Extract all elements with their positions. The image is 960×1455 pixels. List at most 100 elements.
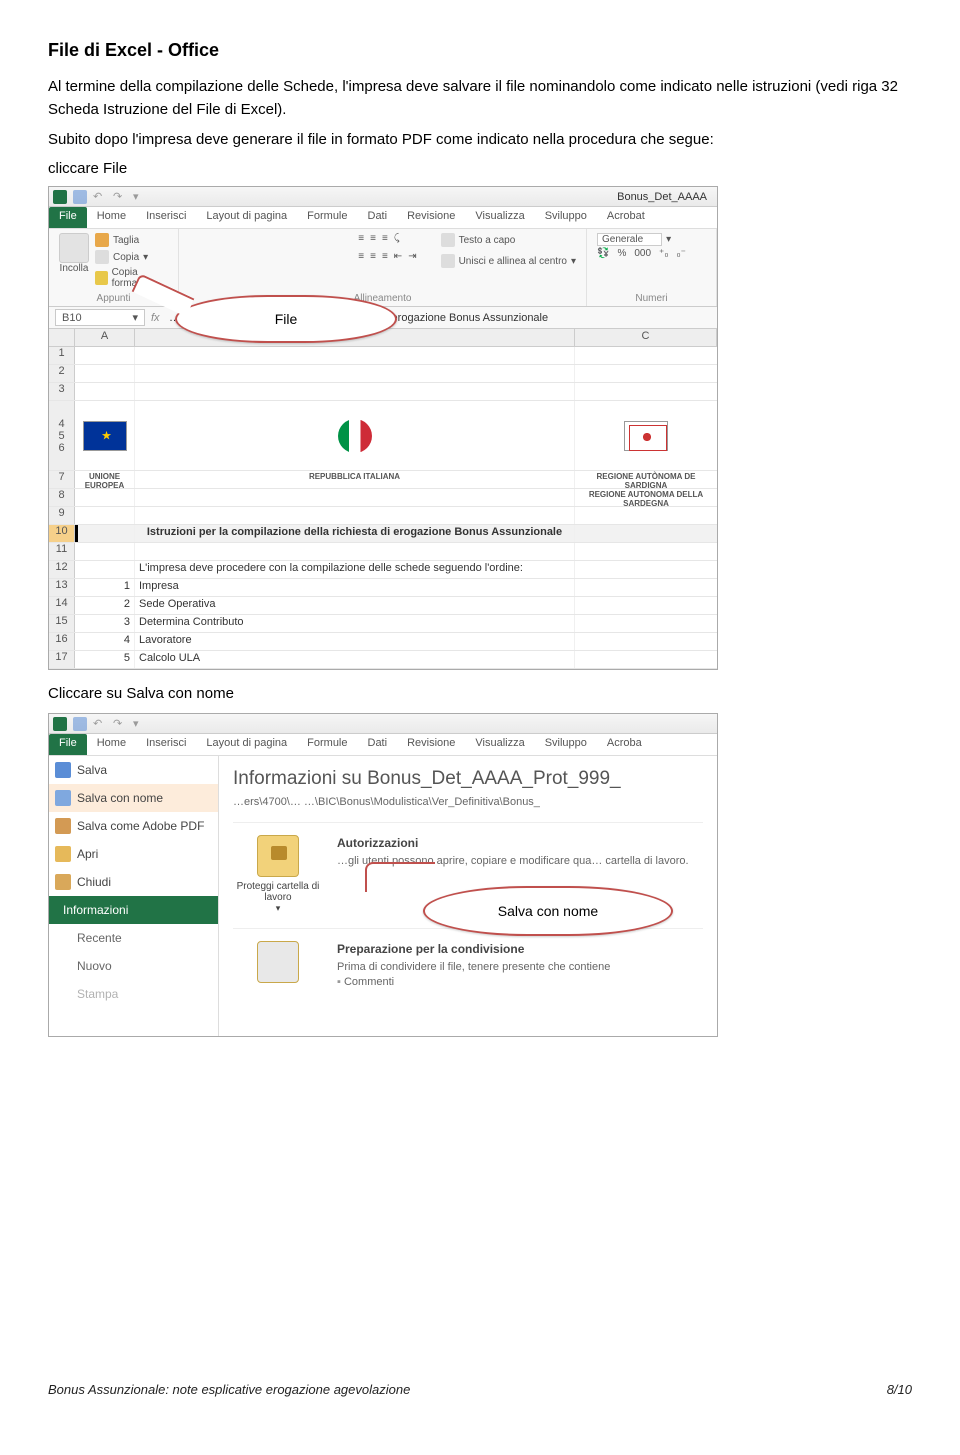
name-box[interactable]: B10▾ bbox=[55, 309, 145, 326]
tab-file[interactable]: File bbox=[49, 207, 87, 228]
tab-home[interactable]: Home bbox=[87, 207, 136, 228]
merge-label: Unisci e allinea al centro bbox=[459, 256, 567, 267]
row-head[interactable]: 456 bbox=[49, 401, 75, 470]
merge-icon[interactable] bbox=[441, 254, 455, 268]
tab-inserisci[interactable]: Inserisci bbox=[136, 734, 196, 755]
row-head[interactable]: 10 bbox=[49, 525, 75, 542]
row-head[interactable]: 3 bbox=[49, 383, 75, 400]
inc-dec-icon[interactable]: ⁺₀ bbox=[659, 248, 668, 259]
tab-dati[interactable]: Dati bbox=[358, 207, 398, 228]
row-head[interactable]: 2 bbox=[49, 365, 75, 382]
row-head[interactable]: 8 bbox=[49, 489, 75, 506]
col-c[interactable]: C bbox=[575, 329, 717, 346]
row-head[interactable]: 17 bbox=[49, 651, 75, 668]
check-issues-button[interactable] bbox=[233, 941, 323, 987]
nav-label: Chiudi bbox=[77, 875, 111, 889]
excel-titlebar: ↶ ↷ ▾ Bonus_Det_AAAA bbox=[49, 187, 717, 207]
paste-icon[interactable] bbox=[59, 233, 89, 263]
tab-visualizza[interactable]: Visualizza bbox=[465, 207, 534, 228]
row-head[interactable]: 16 bbox=[49, 633, 75, 650]
tab-dati[interactable]: Dati bbox=[358, 734, 398, 755]
indent-inc-icon[interactable]: ⇥ bbox=[408, 251, 416, 262]
tab-formule[interactable]: Formule bbox=[297, 734, 357, 755]
list-num: 3 bbox=[75, 615, 135, 632]
row-head[interactable]: 1 bbox=[49, 347, 75, 364]
align-top-icon[interactable]: ≡ bbox=[358, 233, 364, 244]
close-icon bbox=[55, 874, 71, 890]
tab-acrobat[interactable]: Acroba bbox=[597, 734, 652, 755]
align-bot-icon[interactable]: ≡ bbox=[382, 233, 388, 244]
list-item: Lavoratore bbox=[135, 633, 575, 650]
tab-layout[interactable]: Layout di pagina bbox=[196, 734, 297, 755]
protect-workbook-button[interactable]: Proteggi cartella di lavoro ▾ bbox=[233, 835, 323, 914]
callout-file: File bbox=[175, 295, 397, 343]
number-format[interactable]: Generale bbox=[597, 233, 662, 246]
format-painter-icon[interactable] bbox=[95, 271, 108, 285]
dropdown-icon[interactable]: ▾ bbox=[133, 190, 147, 204]
save-icon[interactable] bbox=[73, 717, 87, 731]
percent-icon[interactable]: % bbox=[617, 248, 626, 259]
thousand-icon[interactable]: 000 bbox=[634, 248, 651, 259]
select-all[interactable] bbox=[49, 329, 75, 346]
row-head[interactable]: 12 bbox=[49, 561, 75, 578]
redo-icon[interactable]: ↷ bbox=[113, 717, 127, 731]
dropdown-icon[interactable]: ▾ bbox=[133, 717, 147, 731]
nav-chiudi[interactable]: Chiudi bbox=[49, 868, 218, 896]
backstage-view: Salva Salva con nome Salva come Adobe PD… bbox=[49, 756, 717, 1036]
undo-icon[interactable]: ↶ bbox=[93, 190, 107, 204]
save-as-icon bbox=[55, 790, 71, 806]
row-head[interactable]: 15 bbox=[49, 615, 75, 632]
undo-icon[interactable]: ↶ bbox=[93, 717, 107, 731]
tab-revisione[interactable]: Revisione bbox=[397, 734, 465, 755]
tab-sviluppo[interactable]: Sviluppo bbox=[535, 207, 597, 228]
dec-dec-icon[interactable]: ₀⁻ bbox=[676, 248, 685, 259]
nav-recente[interactable]: Recente bbox=[49, 924, 218, 952]
tab-inserisci[interactable]: Inserisci bbox=[136, 207, 196, 228]
tab-visualizza[interactable]: Visualizza bbox=[465, 734, 534, 755]
col-a[interactable]: A bbox=[75, 329, 135, 346]
document-title: Bonus_Det_AAAA bbox=[147, 191, 713, 203]
chevron-down-icon[interactable]: ▾ bbox=[132, 311, 138, 324]
paragraph-4: Cliccare su Salva con nome bbox=[48, 682, 912, 705]
tab-file[interactable]: File bbox=[49, 734, 87, 755]
protect-label: Proteggi cartella di lavoro bbox=[233, 881, 323, 903]
nav-stampa[interactable]: Stampa bbox=[49, 980, 218, 1008]
ribbon-group-number: Generale▾ 💱 % 000 ⁺₀ ₀⁻ Numeri bbox=[587, 229, 717, 306]
nav-informazioni[interactable]: Informazioni bbox=[49, 896, 218, 924]
prepare-title: Preparazione per la condivisione bbox=[337, 941, 610, 958]
tab-revisione[interactable]: Revisione bbox=[397, 207, 465, 228]
orient-icon[interactable]: ⤹ bbox=[394, 233, 400, 244]
ribbon-tabs: File Home Inserisci Layout di pagina For… bbox=[49, 207, 717, 229]
row-head[interactable]: 9 bbox=[49, 507, 75, 524]
align-center-icon[interactable]: ≡ bbox=[370, 251, 376, 262]
row-head[interactable]: 11 bbox=[49, 543, 75, 560]
copy-icon[interactable] bbox=[95, 250, 109, 264]
nav-nuovo[interactable]: Nuovo bbox=[49, 952, 218, 980]
nav-salva-pdf[interactable]: Salva come Adobe PDF bbox=[49, 812, 218, 840]
cut-icon[interactable] bbox=[95, 233, 109, 247]
nav-salva[interactable]: Salva bbox=[49, 756, 218, 784]
save-icon[interactable] bbox=[73, 190, 87, 204]
row-head[interactable]: 7 bbox=[49, 471, 75, 488]
tab-home[interactable]: Home bbox=[87, 734, 136, 755]
nav-apri[interactable]: Apri bbox=[49, 840, 218, 868]
indent-dec-icon[interactable]: ⇤ bbox=[394, 251, 402, 262]
tab-formule[interactable]: Formule bbox=[297, 207, 357, 228]
tab-layout[interactable]: Layout di pagina bbox=[196, 207, 297, 228]
nav-salva-con-nome[interactable]: Salva con nome bbox=[49, 784, 218, 812]
tab-acrobat[interactable]: Acrobat bbox=[597, 207, 655, 228]
row-head[interactable]: 14 bbox=[49, 597, 75, 614]
row-head[interactable]: 13 bbox=[49, 579, 75, 596]
wrap-icon[interactable] bbox=[441, 233, 455, 247]
fx-icon[interactable]: fx bbox=[151, 312, 165, 324]
align-right-icon[interactable]: ≡ bbox=[382, 251, 388, 262]
currency-icon[interactable]: 💱 bbox=[597, 248, 609, 259]
redo-icon[interactable]: ↷ bbox=[113, 190, 127, 204]
tab-sviluppo[interactable]: Sviluppo bbox=[535, 734, 597, 755]
align-mid-icon[interactable]: ≡ bbox=[370, 233, 376, 244]
paragraph-2: Subito dopo l'impresa deve generare il f… bbox=[48, 128, 912, 151]
info-path: …ers\4700\… …\BIC\Bonus\Modulistica\Ver_… bbox=[233, 796, 703, 808]
backstage-main: Informazioni su Bonus_Det_AAAA_Prot_999_… bbox=[219, 756, 717, 1036]
align-left-icon[interactable]: ≡ bbox=[358, 251, 364, 262]
list-num: 5 bbox=[75, 651, 135, 668]
